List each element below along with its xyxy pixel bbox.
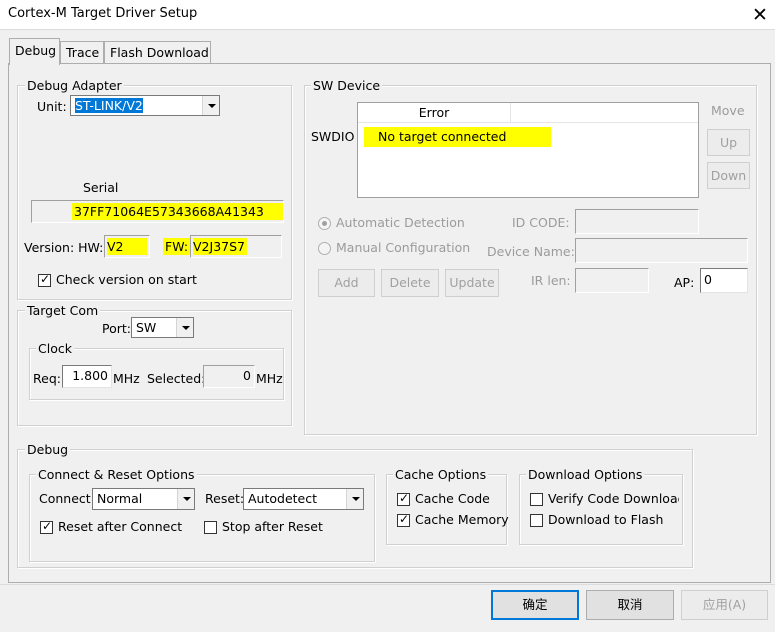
title-bar: Cortex-M Target Driver Setup ✕ xyxy=(0,0,775,30)
automatic-detection-label: Automatic Detection xyxy=(336,215,465,230)
selected-unit: MHz xyxy=(256,371,283,386)
hw-version-value: V2 xyxy=(107,238,147,255)
verify-code-download-checkbox[interactable] xyxy=(530,493,543,506)
add-button[interactable]: Add xyxy=(318,269,375,297)
id-code-field xyxy=(575,209,699,234)
unit-label: Unit: xyxy=(37,99,67,114)
req-unit: MHz xyxy=(113,371,140,386)
serial-value: 37FF71064E57343668A41343 xyxy=(72,203,283,220)
chevron-down-icon[interactable] xyxy=(177,489,194,509)
serial-label: Serial xyxy=(83,180,119,195)
fw-version-value: V2J37S7 xyxy=(193,238,247,255)
reset-select[interactable]: Autodetect xyxy=(243,488,364,510)
tab-debug[interactable]: Debug xyxy=(9,38,60,65)
manual-configuration-label: Manual Configuration xyxy=(336,240,471,255)
cache-memory-label: Cache Memory xyxy=(415,512,509,527)
cache-options-group xyxy=(386,474,507,545)
reset-value: Autodetect xyxy=(248,491,318,506)
cache-code-label: Cache Code xyxy=(415,491,490,506)
unit-select[interactable]: ST-LINK/V2 xyxy=(70,95,220,116)
port-value: SW xyxy=(136,320,157,335)
cache-options-title: Cache Options xyxy=(393,467,489,482)
reset-label: Reset: xyxy=(205,491,245,506)
tab-flash-download[interactable]: Flash Download xyxy=(104,41,211,63)
port-select[interactable]: SW xyxy=(131,317,194,338)
cache-code-checkbox[interactable] xyxy=(397,491,410,506)
chevron-down-icon[interactable] xyxy=(176,318,193,337)
req-label: Req: xyxy=(33,371,61,386)
reset-after-connect-checkbox[interactable] xyxy=(40,519,53,534)
check-version-checkbox[interactable] xyxy=(38,272,51,287)
tab-trace[interactable]: Trace xyxy=(60,41,104,63)
delete-button[interactable]: Delete xyxy=(381,269,439,297)
stop-after-reset-checkbox[interactable] xyxy=(204,521,217,534)
hw-version-field: V2 xyxy=(104,235,150,258)
req-input[interactable]: 1.800 xyxy=(62,365,112,388)
column-header-blank[interactable] xyxy=(511,103,698,123)
sw-device-title: SW Device xyxy=(311,78,383,93)
ir-len-label: IR len: xyxy=(531,273,571,288)
sw-device-list[interactable]: Error No target connected xyxy=(357,102,699,198)
manual-configuration-radio[interactable] xyxy=(318,242,331,255)
swdio-label: SWDIO xyxy=(311,129,355,144)
ap-label: AP: xyxy=(674,275,695,290)
ap-input[interactable]: 0 xyxy=(700,268,748,293)
chevron-down-icon[interactable] xyxy=(202,96,219,115)
fw-version-field: V2J37S7 xyxy=(190,235,282,258)
debug-adapter-title: Debug Adapter xyxy=(25,78,124,93)
apply-button[interactable]: 应用(A) xyxy=(681,590,768,620)
move-down-button[interactable]: Down xyxy=(707,162,750,189)
cache-memory-checkbox[interactable] xyxy=(397,512,410,527)
version-hw-label: Version: HW: xyxy=(24,240,104,255)
tab-debug-label: Debug xyxy=(15,43,57,58)
selected-value: 0 xyxy=(203,365,255,388)
target-com-title: Target Com xyxy=(25,303,101,318)
reset-after-connect-label: Reset after Connect xyxy=(58,519,183,534)
update-button[interactable]: Update xyxy=(445,269,499,297)
chevron-down-icon[interactable] xyxy=(346,489,363,509)
selected-label: Selected: xyxy=(147,371,206,386)
download-to-flash-label: Download to Flash xyxy=(548,512,664,527)
tab-flash-download-label: Flash Download xyxy=(110,45,209,60)
clock-title: Clock xyxy=(36,341,74,356)
ok-button[interactable]: 确定 xyxy=(491,590,579,620)
debug-adapter-group xyxy=(17,85,292,300)
connect-label: Connect: xyxy=(39,491,95,506)
verify-code-download-label: Verify Code Download xyxy=(548,491,679,506)
list-header: Error xyxy=(358,103,698,123)
download-options-group xyxy=(519,474,683,545)
fw-label: FW: xyxy=(163,238,191,255)
move-up-button[interactable]: Up xyxy=(707,129,750,156)
automatic-detection-radio[interactable] xyxy=(318,217,331,230)
download-to-flash-checkbox[interactable] xyxy=(530,514,543,527)
connect-select[interactable]: Normal xyxy=(92,488,195,510)
check-version-label: Check version on start xyxy=(56,272,197,287)
list-item[interactable]: No target connected xyxy=(364,127,551,147)
connect-reset-title: Connect & Reset Options xyxy=(36,467,197,482)
debug-title: Debug xyxy=(25,442,71,457)
port-label: Port: xyxy=(102,321,131,336)
close-icon[interactable]: ✕ xyxy=(745,2,775,28)
id-code-label: ID CODE: xyxy=(512,215,570,230)
device-name-field xyxy=(575,238,748,263)
serial-field: 37FF71064E57343668A41343 xyxy=(31,200,284,223)
cancel-button[interactable]: 取消 xyxy=(586,590,674,620)
device-name-label: Device Name: xyxy=(487,244,575,259)
download-options-title: Download Options xyxy=(526,467,645,482)
unit-value: ST-LINK/V2 xyxy=(75,98,143,113)
column-header-error[interactable]: Error xyxy=(358,103,511,123)
window-title: Cortex-M Target Driver Setup xyxy=(8,6,198,21)
tab-trace-label: Trace xyxy=(66,45,100,60)
ir-len-field xyxy=(575,268,649,293)
move-label: Move xyxy=(711,103,745,118)
connect-value: Normal xyxy=(97,491,143,506)
stop-after-reset-label: Stop after Reset xyxy=(222,519,323,534)
